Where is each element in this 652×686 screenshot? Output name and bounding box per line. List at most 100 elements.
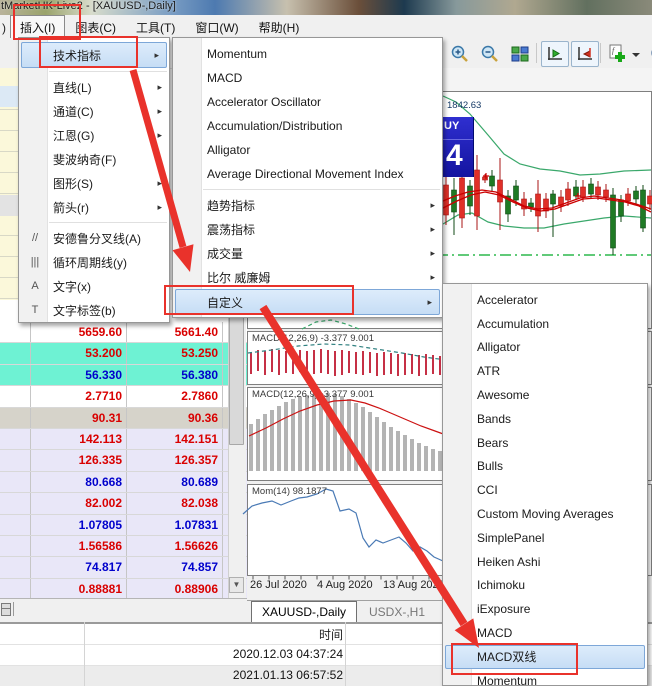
menu-item[interactable]: iExposure (443, 597, 647, 621)
menu-item-icon: // (26, 232, 44, 244)
menu-item[interactable]: Bulls (443, 455, 647, 479)
market-watch-row[interactable]: 80.66880.689 (0, 472, 247, 493)
menu-item[interactable]: T文字标签(b) (19, 298, 169, 322)
menu-item[interactable]: ATR (443, 359, 647, 383)
ask-cell: 1.56626 (127, 536, 223, 556)
menu-item[interactable]: Bears (443, 431, 647, 455)
menu-item[interactable]: Momentum (173, 42, 442, 66)
add-indicator-icon: f (607, 43, 629, 65)
menu-item[interactable]: MACD (443, 621, 647, 645)
column-divider (345, 622, 346, 686)
market-watch-row[interactable]: 126.335126.357 (0, 450, 247, 471)
bid-cell: 1.07805 (31, 515, 127, 535)
menu-item-label: Alligator (207, 143, 250, 157)
menu-item[interactable]: MACD双线 (445, 645, 645, 669)
menu-item-label: Awesome (477, 388, 529, 402)
ask-cell: 0.88906 (127, 579, 223, 599)
submenu-arrow-icon: ▸ (154, 50, 159, 61)
symbol-cell (0, 493, 31, 513)
menu-item[interactable]: //安德鲁分叉线(A) (19, 226, 169, 250)
menu-item[interactable]: 箭头(r)▸ (19, 195, 169, 219)
menu-item[interactable]: |||循环周期线(y) (19, 250, 169, 274)
market-watch-row[interactable]: 74.81774.857 (0, 557, 247, 578)
menu-item[interactable]: 江恩(G)▸ (19, 123, 169, 147)
menu-item[interactable]: 通道(C)▸ (19, 99, 169, 123)
symbol-cell (0, 450, 31, 470)
menu-item[interactable]: Accumulation/Distribution (173, 114, 442, 138)
symbol-cell (0, 515, 31, 535)
scrollbar-down-arrow[interactable]: ▼ (229, 577, 244, 593)
menu-item[interactable]: 震荡指标▸ (173, 217, 442, 241)
auto-scroll-icon (545, 44, 565, 64)
menu-item[interactable]: 自定义▸ (175, 289, 440, 315)
zoom-out-icon (480, 44, 500, 64)
menu-item-label: MACD (477, 626, 512, 640)
menu-item[interactable]: 直线(L)▸ (19, 75, 169, 99)
submenu-arrow-icon: ▸ (157, 202, 162, 213)
menu-item[interactable]: Momentum (443, 669, 647, 686)
menu-item[interactable]: Custom Moving Averages (443, 502, 647, 526)
scrollbar-thumb[interactable] (229, 315, 244, 445)
menu-item-label: MACD双线 (477, 648, 536, 665)
menu-item-label: Momentum (207, 47, 267, 61)
market-watch-row[interactable]: 5659.605661.40 (0, 322, 247, 343)
tile-windows-button[interactable] (506, 41, 534, 67)
market-watch-row[interactable]: 82.00282.038 (0, 493, 247, 514)
zoom-in-button[interactable] (446, 41, 474, 67)
market-watch-row[interactable]: 56.33056.380 (0, 365, 247, 386)
menu-item[interactable]: Awesome (443, 383, 647, 407)
menu-item[interactable]: 图形(S)▸ (19, 171, 169, 195)
menu-item-label: Accelerator Oscillator (207, 95, 321, 109)
submenu-arrow-icon: ▸ (430, 200, 435, 211)
symbol-cell (0, 557, 31, 577)
market-watch-row[interactable]: 0.888810.88906 (0, 579, 247, 600)
zoom-out-button[interactable] (476, 41, 504, 67)
chevron-down-icon (631, 44, 641, 64)
symbol-cell (0, 536, 31, 556)
menu-item[interactable]: A文字(x) (19, 274, 169, 298)
market-watch-row[interactable]: 90.3190.36 (0, 408, 247, 429)
menu-item[interactable]: Average Directional Movement Index (173, 162, 442, 186)
menu-item[interactable]: Bands (443, 407, 647, 431)
menu-item[interactable]: Accumulation (443, 312, 647, 336)
menu-item[interactable]: 成交量▸ (173, 241, 442, 265)
chart-tabs-bar: XAUUSD-,DailyUSDX-,H1 (247, 600, 445, 623)
menu-item[interactable]: SimplePanel (443, 526, 647, 550)
period-button[interactable] (642, 41, 652, 67)
market-watch-row[interactable]: 142.113142.151 (0, 429, 247, 450)
menu-item[interactable]: MACD (173, 66, 442, 90)
menu-item[interactable]: 比尔 威廉姆▸ (173, 265, 442, 289)
menu-item[interactable]: 斐波纳奇(F) (19, 147, 169, 171)
chart-shift-icon (575, 44, 595, 64)
menu-item[interactable]: Alligator (173, 138, 442, 162)
menu-item-label: 通道(C) (53, 103, 94, 120)
menu-item[interactable]: 技术指标▸ (21, 42, 167, 68)
menu-item-label: 循环周期线(y) (53, 254, 127, 271)
menu-item[interactable]: CCI (443, 478, 647, 502)
menu-item-label: iExposure (477, 602, 530, 616)
menu-item[interactable]: Heiken Ashi (443, 550, 647, 574)
title-bar[interactable]: tMarketHK-Live2 - [XAUUSD-,Daily] (0, 0, 652, 15)
chart-tab[interactable]: XAUUSD-,Daily (251, 601, 357, 622)
market-watch-row[interactable]: 53.20053.250 (0, 343, 247, 364)
bid-cell: 1.56586 (31, 536, 127, 556)
symbol-cell (0, 579, 31, 599)
menu-item[interactable]: Accelerator Oscillator (173, 90, 442, 114)
menu-item[interactable]: Ichimoku (443, 574, 647, 598)
menu-item-label: 文字(x) (53, 278, 91, 295)
auto-scroll-button[interactable] (541, 41, 569, 67)
market-watch-table: 5659.605661.4053.20053.25056.33056.3802.… (0, 300, 247, 600)
menu-item[interactable]: Accelerator (443, 288, 647, 312)
menu-item-label: Momentum (477, 674, 537, 686)
chart-shift-button[interactable] (571, 41, 599, 67)
market-watch-row[interactable]: 1.565861.56626 (0, 536, 247, 557)
market-watch-row[interactable]: 2.77102.7860 (0, 386, 247, 407)
submenu-arrow-icon: ▸ (430, 248, 435, 259)
menu-item[interactable]: Alligator (443, 336, 647, 360)
macd-panel1-label: MACD(12,26,9) -3.377 9.001 (252, 333, 374, 344)
buy-panel[interactable]: UY 4 (443, 117, 474, 177)
bid-cell: 74.817 (31, 557, 127, 577)
chart-tab[interactable]: USDX-,H1 (359, 603, 435, 622)
market-watch-row[interactable]: 1.078051.07831 (0, 515, 247, 536)
menu-item[interactable]: 趋势指标▸ (173, 193, 442, 217)
